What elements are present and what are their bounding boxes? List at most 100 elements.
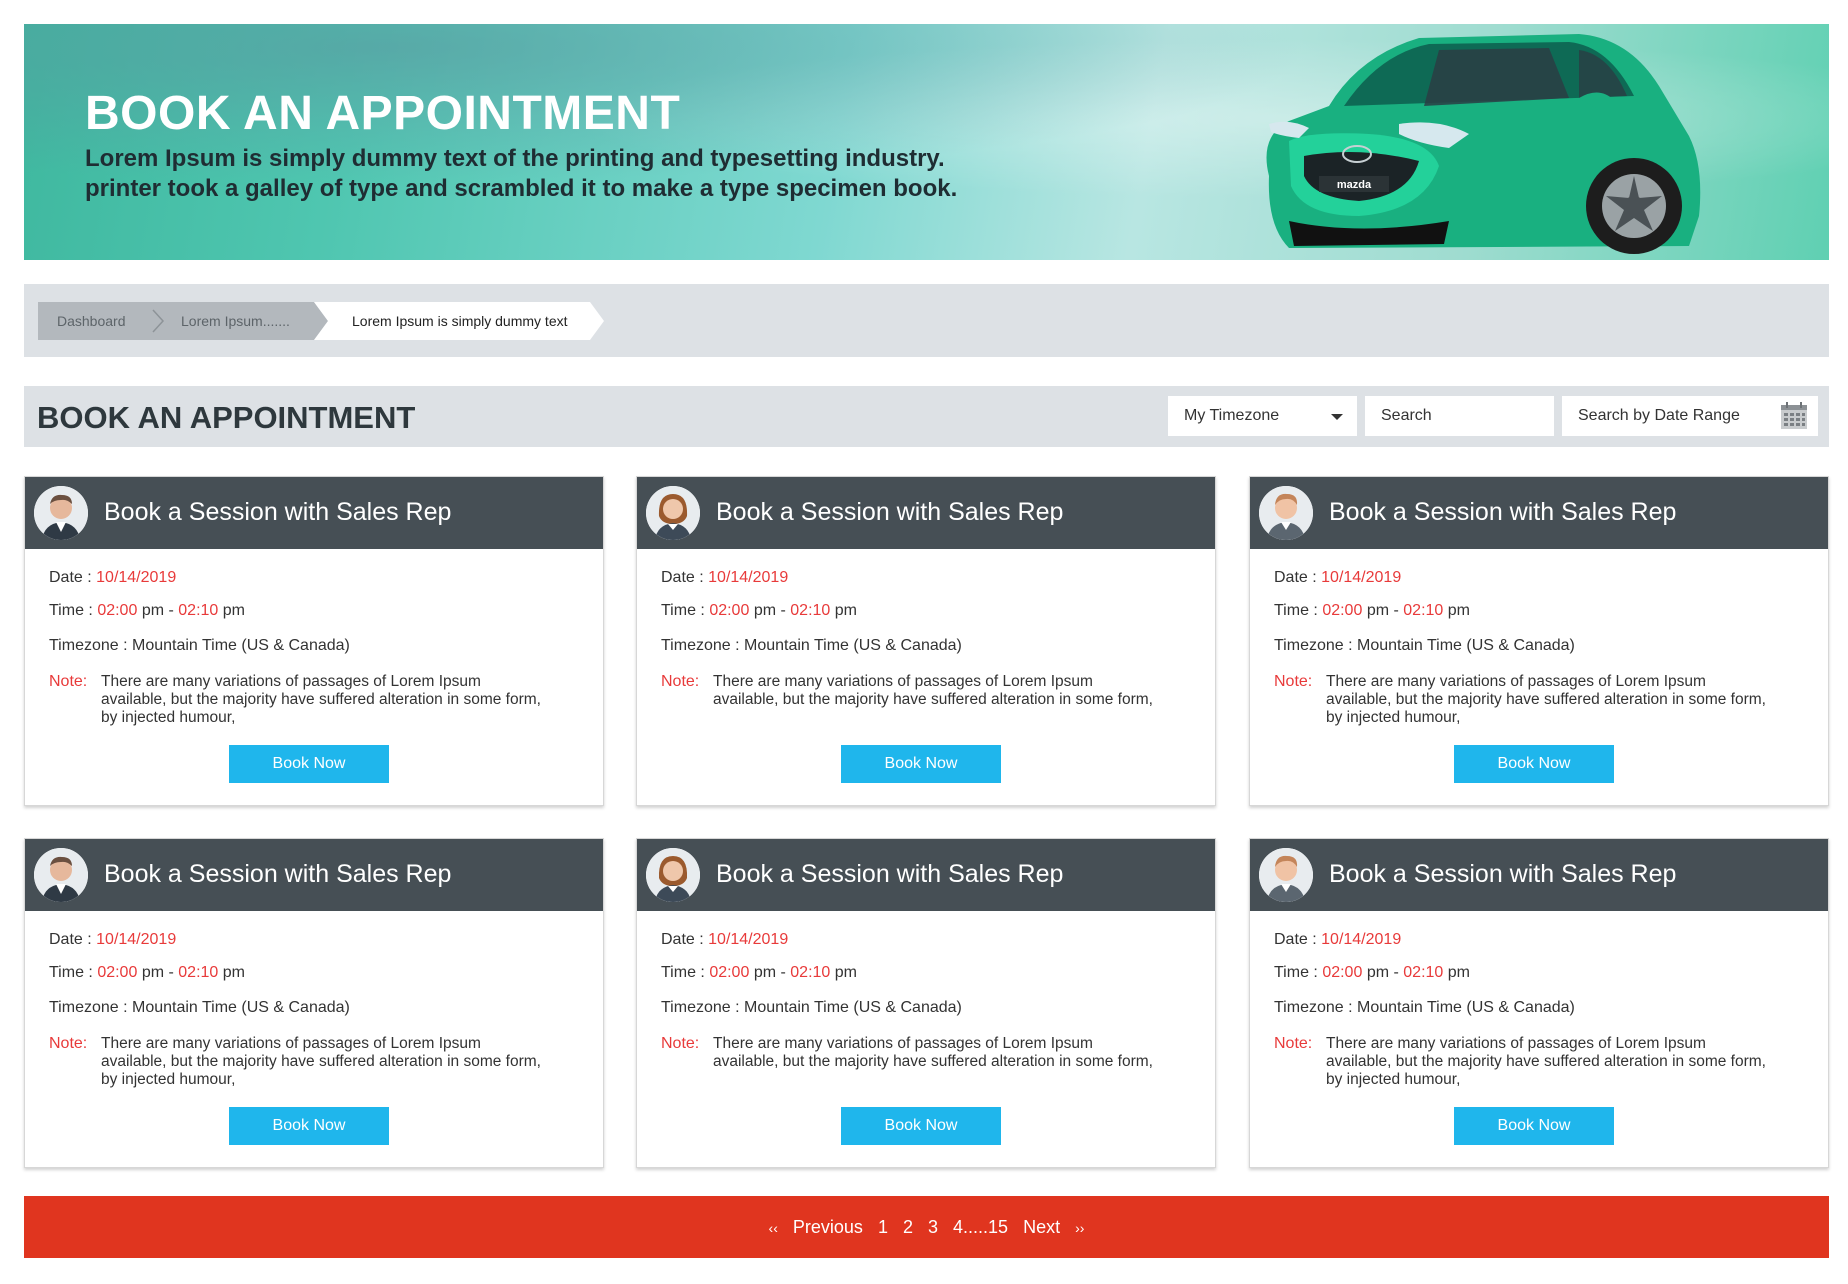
note-label: Note: (1274, 673, 1313, 690)
timezone-row: Timezone : Mountain Time (US & Canada) (661, 637, 962, 654)
note-text: There are many variations of passages of… (1326, 1035, 1766, 1088)
note-label: Note: (661, 673, 700, 690)
time-row: Time : 02:00 pm - 02:10 pm (1274, 964, 1470, 982)
calendar-icon[interactable] (1780, 402, 1808, 430)
hero-description: Lorem Ipsum is simply dummy text of the … (85, 144, 1085, 204)
date-value: 10/14/2019 (1321, 931, 1402, 948)
time-dash: - (168, 602, 174, 619)
note-label: Note: (1274, 1035, 1313, 1052)
date-label: Date : (49, 569, 92, 586)
time-start-ampm: pm (753, 964, 777, 981)
time-label: Time : (49, 964, 93, 981)
book-now-button[interactable]: Book Now (1454, 745, 1614, 783)
hero-line-2: printer took a galley of type and scramb… (85, 175, 958, 202)
time-dash: - (1393, 964, 1399, 981)
time-start: 02:00 (709, 602, 750, 619)
chevron-right-icon (152, 309, 165, 333)
date-label: Date : (1274, 931, 1317, 948)
search-input[interactable]: Search (1365, 396, 1554, 436)
time-end-ampm: pm (834, 602, 858, 619)
card-title: Book a Session with Sales Rep (1329, 860, 1677, 888)
time-end: 02:10 (178, 602, 219, 619)
avatar (646, 848, 700, 902)
page-link-2[interactable]: 2 (903, 1217, 913, 1238)
breadcrumb-item-lorem[interactable]: Lorem Ipsum....... (181, 302, 290, 340)
time-end: 02:10 (790, 602, 831, 619)
pagination: ‹‹ Previous 1 2 3 4.....15 Next ›› (24, 1196, 1829, 1258)
time-row: Time : 02:00 pm - 02:10 pm (661, 602, 857, 620)
breadcrumb-item-dashboard[interactable]: Dashboard (57, 302, 126, 340)
card-title: Book a Session with Sales Rep (716, 860, 1064, 888)
book-now-button[interactable]: Book Now (229, 1107, 389, 1145)
time-label: Time : (49, 602, 93, 619)
appointment-card: Book a Session with Sales Rep Date : 10/1… (24, 476, 604, 806)
time-start-ampm: pm (753, 602, 777, 619)
date-row: Date : 10/14/2019 (1274, 931, 1401, 949)
car-brand-plate: mazda (1337, 179, 1372, 191)
note-text: There are many variations of passages of… (101, 673, 541, 726)
time-dash: - (780, 964, 786, 981)
appointment-card: Book a Session with Sales Rep Date : 10/1… (1249, 838, 1829, 1168)
breadcrumb-trail: Dashboard Lorem Ipsum....... (38, 302, 328, 340)
avatar (1259, 848, 1313, 902)
time-dash: - (1393, 602, 1399, 619)
time-label: Time : (661, 964, 705, 981)
time-end-ampm: pm (222, 602, 246, 619)
breadcrumb: Dashboard Lorem Ipsum....... Lorem Ipsum… (24, 284, 1829, 357)
breadcrumb-item-current: Lorem Ipsum is simply dummy text (352, 313, 568, 329)
card-title: Book a Session with Sales Rep (104, 498, 452, 526)
book-now-button[interactable]: Book Now (841, 745, 1001, 783)
time-start-ampm: pm (1366, 602, 1390, 619)
avatar (646, 486, 700, 540)
page-link-3[interactable]: 3 (928, 1217, 938, 1238)
date-value: 10/14/2019 (1321, 569, 1402, 586)
book-now-button[interactable]: Book Now (229, 745, 389, 783)
next-page-link[interactable]: Next (1023, 1217, 1060, 1238)
time-end: 02:10 (1403, 602, 1444, 619)
timezone-row: Timezone : Mountain Time (US & Canada) (49, 637, 350, 654)
last-page-icon[interactable]: ›› (1075, 1220, 1084, 1236)
card-title: Book a Session with Sales Rep (104, 860, 452, 888)
date-label: Date : (661, 931, 704, 948)
appointment-card: Book a Session with Sales Rep Date : 10/1… (636, 838, 1216, 1168)
pagination-links: ‹‹ Previous 1 2 3 4.....15 Next ›› (24, 1217, 1829, 1238)
book-now-button[interactable]: Book Now (841, 1107, 1001, 1145)
timezone-select-value: My Timezone (1184, 407, 1280, 424)
page: BOOK AN APPOINTMENT Lorem Ipsum is simpl… (24, 24, 1829, 1258)
note-text: There are many variations of passages of… (713, 1035, 1153, 1070)
time-start: 02:00 (97, 602, 138, 619)
page-link-range[interactable]: 4.....15 (953, 1217, 1008, 1238)
page-link-1[interactable]: 1 (878, 1217, 888, 1238)
card-header: Book a Session with Sales Rep (25, 477, 603, 549)
book-now-button[interactable]: Book Now (1454, 1107, 1614, 1145)
avatar (1259, 486, 1313, 540)
date-value: 10/14/2019 (96, 569, 177, 586)
time-end: 02:10 (1403, 964, 1444, 981)
section-header: BOOK AN APPOINTMENT My Timezone Search S… (24, 386, 1829, 447)
time-start: 02:00 (1322, 964, 1363, 981)
time-label: Time : (1274, 964, 1318, 981)
note-text: There are many variations of passages of… (101, 1035, 541, 1088)
timezone-row: Timezone : Mountain Time (US & Canada) (661, 999, 962, 1016)
caret-down-icon (1331, 414, 1343, 420)
date-row: Date : 10/14/2019 (49, 569, 176, 587)
timezone-row: Timezone : Mountain Time (US & Canada) (1274, 999, 1575, 1016)
date-row: Date : 10/14/2019 (1274, 569, 1401, 587)
previous-page-link[interactable]: Previous (793, 1217, 863, 1238)
car-image: mazda (1266, 34, 1701, 254)
timezone-row: Timezone : Mountain Time (US & Canada) (49, 999, 350, 1016)
first-page-icon[interactable]: ‹‹ (769, 1220, 778, 1236)
appointment-card: Book a Session with Sales Rep Date : 10/1… (636, 476, 1216, 806)
time-start-ampm: pm (141, 602, 165, 619)
card-header: Book a Session with Sales Rep (637, 477, 1215, 549)
time-row: Time : 02:00 pm - 02:10 pm (661, 964, 857, 982)
time-label: Time : (1274, 602, 1318, 619)
note-label: Note: (49, 1035, 88, 1052)
time-label: Time : (661, 602, 705, 619)
date-range-input[interactable]: Search by Date Range (1562, 396, 1818, 436)
card-title: Book a Session with Sales Rep (1329, 498, 1677, 526)
search-placeholder: Search (1381, 407, 1432, 424)
hero-title: BOOK AN APPOINTMENT (85, 87, 681, 140)
timezone-select[interactable]: My Timezone (1168, 396, 1357, 436)
card-title: Book a Session with Sales Rep (716, 498, 1064, 526)
